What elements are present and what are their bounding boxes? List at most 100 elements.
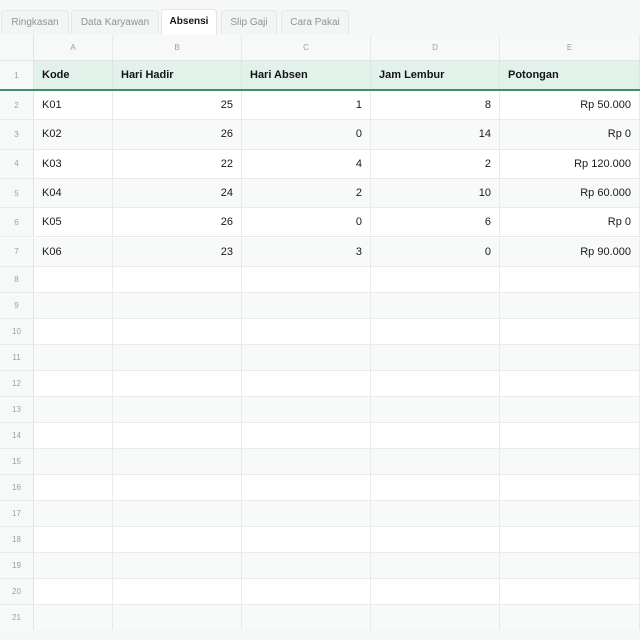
row-number[interactable]: 11	[0, 344, 34, 370]
empty-cell[interactable]	[500, 448, 640, 474]
empty-cell[interactable]	[242, 318, 371, 344]
code-cell[interactable]: K04	[34, 178, 113, 208]
empty-cell[interactable]	[242, 526, 371, 552]
empty-cell[interactable]	[34, 318, 113, 344]
table-cell[interactable]: Rp 60.000	[500, 178, 640, 208]
empty-cell[interactable]	[371, 604, 500, 630]
table-cell[interactable]: 2	[242, 178, 371, 208]
empty-cell[interactable]	[500, 578, 640, 604]
empty-cell[interactable]	[371, 422, 500, 448]
empty-cell[interactable]	[34, 526, 113, 552]
empty-cell[interactable]	[113, 344, 242, 370]
empty-cell[interactable]	[113, 370, 242, 396]
empty-cell[interactable]	[113, 474, 242, 500]
empty-cell[interactable]	[500, 604, 640, 630]
table-cell[interactable]: 26	[113, 120, 242, 149]
empty-cell[interactable]	[34, 552, 113, 578]
empty-cell[interactable]	[34, 422, 113, 448]
code-cell[interactable]: K02	[34, 120, 113, 149]
row-number[interactable]: 3	[0, 120, 34, 149]
table-cell[interactable]: 1	[242, 91, 371, 120]
empty-cell[interactable]	[500, 474, 640, 500]
table-cell[interactable]: 8	[371, 91, 500, 120]
empty-cell[interactable]	[242, 604, 371, 630]
empty-cell[interactable]	[371, 448, 500, 474]
empty-cell[interactable]	[113, 292, 242, 318]
empty-cell[interactable]	[34, 448, 113, 474]
table-cell[interactable]: 0	[242, 120, 371, 149]
row-number[interactable]: 18	[0, 526, 34, 552]
empty-cell[interactable]	[371, 370, 500, 396]
empty-cell[interactable]	[500, 552, 640, 578]
empty-cell[interactable]	[500, 318, 640, 344]
empty-cell[interactable]	[113, 448, 242, 474]
empty-cell[interactable]	[500, 292, 640, 318]
empty-cell[interactable]	[500, 526, 640, 552]
empty-cell[interactable]	[34, 266, 113, 292]
column-header-e[interactable]: E	[500, 35, 640, 61]
code-cell[interactable]: K05	[34, 208, 113, 237]
row-number[interactable]: 15	[0, 448, 34, 474]
select-all-corner[interactable]	[0, 35, 34, 61]
table-cell[interactable]: 24	[113, 178, 242, 208]
empty-cell[interactable]	[34, 604, 113, 630]
empty-cell[interactable]	[371, 578, 500, 604]
table-cell[interactable]: 3	[242, 237, 371, 266]
empty-cell[interactable]	[242, 474, 371, 500]
tab-absensi[interactable]: Absensi	[161, 9, 217, 36]
table-cell[interactable]: 6	[371, 208, 500, 237]
table-cell[interactable]: Rp 0	[500, 120, 640, 149]
row-number[interactable]: 14	[0, 422, 34, 448]
empty-cell[interactable]	[34, 474, 113, 500]
empty-cell[interactable]	[34, 500, 113, 526]
empty-cell[interactable]	[371, 526, 500, 552]
table-cell[interactable]: 23	[113, 237, 242, 266]
empty-cell[interactable]	[34, 396, 113, 422]
empty-cell[interactable]	[500, 396, 640, 422]
empty-cell[interactable]	[34, 292, 113, 318]
row-number[interactable]: 12	[0, 370, 34, 396]
code-cell[interactable]: K06	[34, 237, 113, 266]
empty-cell[interactable]	[371, 344, 500, 370]
table-cell[interactable]: 0	[242, 208, 371, 237]
table-cell[interactable]: 0	[371, 237, 500, 266]
row-number[interactable]: 21	[0, 604, 34, 630]
empty-cell[interactable]	[500, 500, 640, 526]
empty-cell[interactable]	[113, 266, 242, 292]
empty-cell[interactable]	[371, 552, 500, 578]
table-cell[interactable]: 25	[113, 91, 242, 120]
row-number[interactable]: 1	[0, 61, 34, 89]
empty-cell[interactable]	[113, 552, 242, 578]
empty-cell[interactable]	[371, 292, 500, 318]
empty-cell[interactable]	[371, 266, 500, 292]
column-header-a[interactable]: A	[34, 35, 113, 61]
table-cell[interactable]: 22	[113, 149, 242, 178]
table-cell[interactable]: Rp 50.000	[500, 91, 640, 120]
row-number[interactable]: 8	[0, 266, 34, 292]
table-cell[interactable]: 10	[371, 178, 500, 208]
header-cell[interactable]: Hari Absen	[242, 61, 371, 89]
code-cell[interactable]: K01	[34, 91, 113, 120]
tab-cara-pakai[interactable]: Cara Pakai	[281, 10, 349, 34]
empty-cell[interactable]	[500, 422, 640, 448]
empty-cell[interactable]	[113, 500, 242, 526]
row-number[interactable]: 2	[0, 91, 34, 120]
table-cell[interactable]: 26	[113, 208, 242, 237]
column-header-b[interactable]: B	[113, 35, 242, 61]
row-number[interactable]: 7	[0, 237, 34, 266]
empty-cell[interactable]	[242, 266, 371, 292]
empty-cell[interactable]	[242, 370, 371, 396]
header-cell[interactable]: Jam Lembur	[371, 61, 500, 89]
row-number[interactable]: 9	[0, 292, 34, 318]
row-number[interactable]: 6	[0, 208, 34, 237]
table-cell[interactable]: 2	[371, 149, 500, 178]
empty-cell[interactable]	[242, 344, 371, 370]
row-number[interactable]: 10	[0, 318, 34, 344]
empty-cell[interactable]	[242, 422, 371, 448]
row-number[interactable]: 5	[0, 178, 34, 208]
column-header-d[interactable]: D	[371, 35, 500, 61]
table-cell[interactable]: 14	[371, 120, 500, 149]
empty-cell[interactable]	[113, 604, 242, 630]
tab-ringkasan[interactable]: Ringkasan	[1, 10, 69, 34]
empty-cell[interactable]	[34, 370, 113, 396]
